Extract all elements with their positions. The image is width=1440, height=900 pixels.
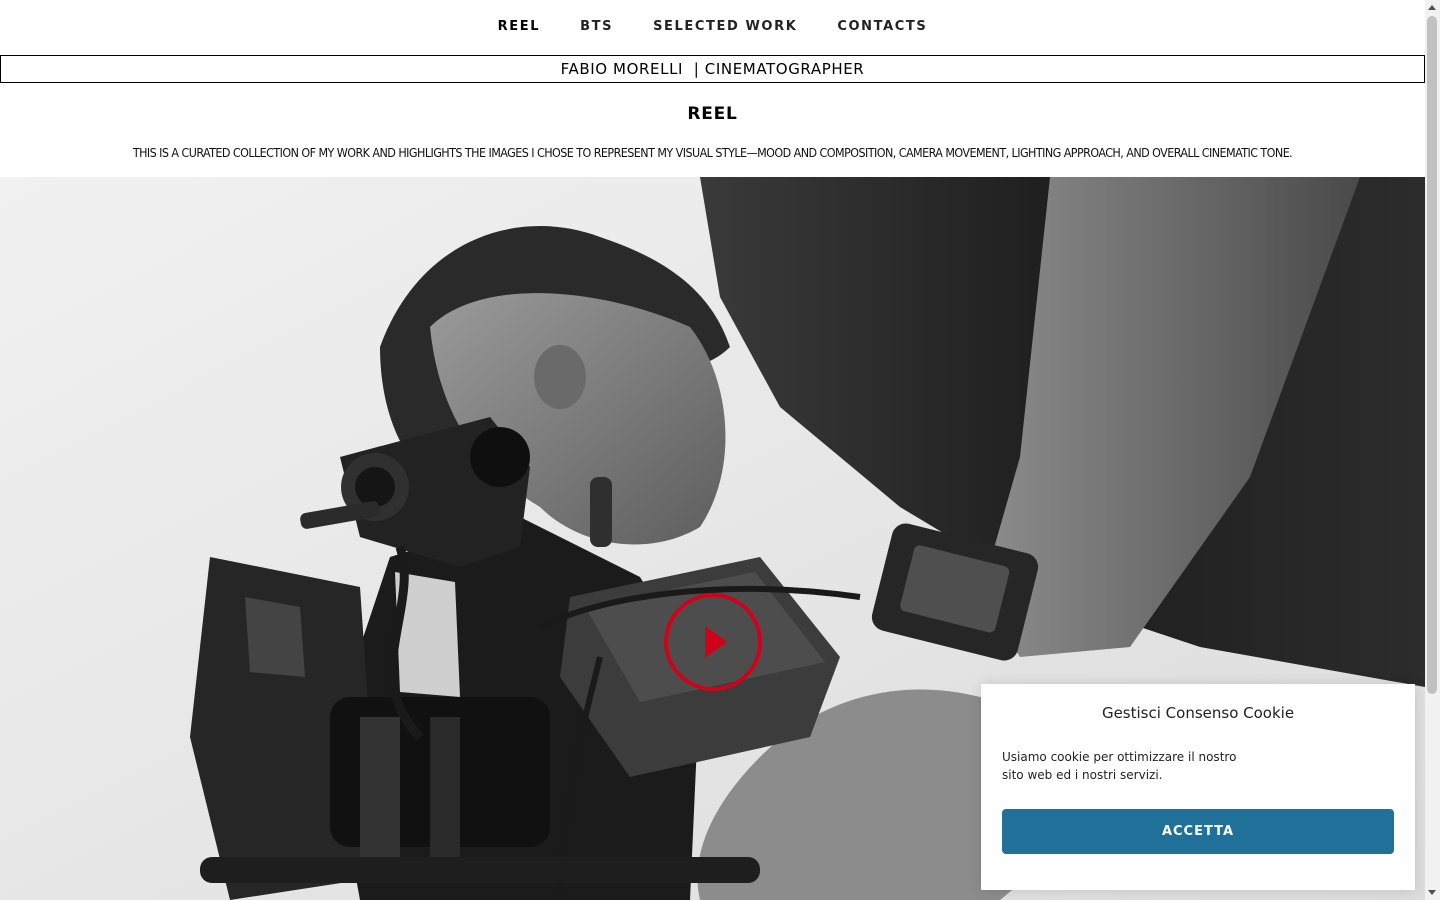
site-title[interactable]: FABIO MORELLI | CINEMATOGRAPHER [561,60,865,78]
nav-item-bts[interactable]: BTS [580,19,613,34]
site-title-bar: FABIO MORELLI | CINEMATOGRAPHER [0,55,1425,83]
nav-item-selected-work[interactable]: SELECTED WORK [653,19,797,34]
page-scrollbar[interactable] [1425,0,1440,900]
accept-cookies-button[interactable]: ACCETTA [1002,809,1394,854]
cookie-consent-banner: Gestisci Consenso Cookie Usiamo cookie p… [981,684,1415,890]
play-button[interactable] [663,592,763,692]
scroll-up-icon[interactable] [1428,5,1436,10]
scroll-down-icon[interactable] [1428,890,1436,895]
nav-item-contacts[interactable]: CONTACTS [837,19,927,34]
cookie-message: Usiamo cookie per ottimizzare il nostro … [1002,750,1237,782]
play-icon [664,593,762,691]
section-title: REEL [687,104,738,124]
main-nav: REEL BTS SELECTED WORK CONTACTS [0,0,1425,52]
section-description: THIS IS A CURATED COLLECTION OF MY WORK … [132,145,1293,160]
cookie-title: Gestisci Consenso Cookie [1101,704,1295,722]
scrollbar-thumb[interactable] [1427,16,1437,694]
nav-item-reel[interactable]: REEL [498,19,540,34]
